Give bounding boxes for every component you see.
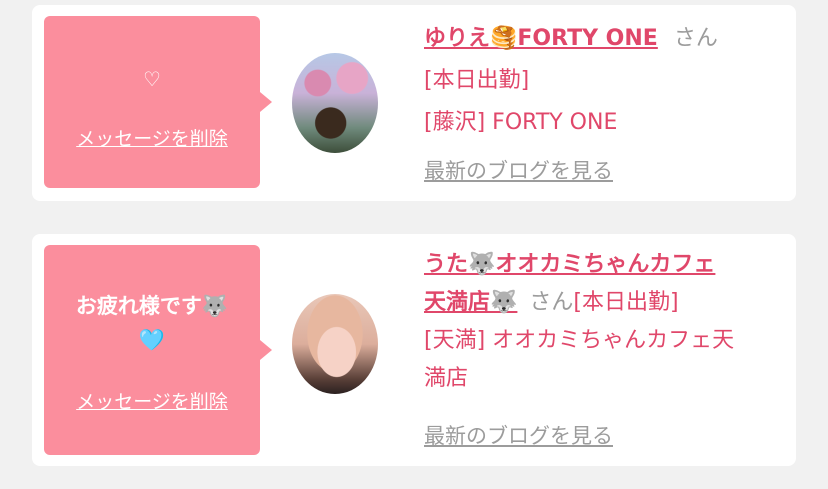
avatar[interactable] — [292, 294, 378, 394]
work-status: [本日出勤] — [424, 68, 530, 93]
shop-name: [藤沢] FORTY ONE — [424, 110, 618, 135]
cast-info: うた🐺オオカミちゃんカフェ 天満店🐺 さん[本日出勤] [天満] オオカミちゃんカ… — [424, 246, 794, 398]
message-card: ♡ メッセージを削除 ゆりえ🥞FORTY ONE さん [本日出勤] [藤沢] F… — [32, 5, 796, 201]
message-line: 🩵 — [138, 328, 166, 352]
avatar[interactable] — [292, 53, 378, 153]
message-text: お疲れ様です🐺 🩵 — [44, 289, 260, 357]
latest-blog-link[interactable]: 最新のブログを見る — [424, 420, 613, 450]
delete-message-link[interactable]: メッセージを削除 — [44, 124, 260, 151]
honorific: さん — [673, 26, 718, 51]
message-line: お疲れ様です🐺 — [75, 294, 229, 318]
message-card: お疲れ様です🐺 🩵 メッセージを削除 うた🐺オオカミちゃんカフェ 天満店🐺 さん[… — [32, 234, 796, 466]
cast-name-link-continued[interactable]: 天満店🐺 — [424, 290, 517, 315]
cast-name-link[interactable]: うた🐺オオカミちゃんカフェ — [424, 252, 715, 277]
message-bubble: お疲れ様です🐺 🩵 メッセージを削除 — [44, 245, 272, 455]
work-status: [本日出勤] — [573, 290, 679, 315]
message-bubble: ♡ メッセージを削除 — [44, 16, 272, 188]
cast-name-link[interactable]: ゆりえ🥞FORTY ONE — [424, 26, 658, 51]
latest-blog-link[interactable]: 最新のブログを見る — [424, 155, 613, 185]
shop-name-continued: 満店 — [424, 366, 469, 391]
delete-message-link[interactable]: メッセージを削除 — [44, 387, 260, 414]
shop-name: [天満] オオカミちゃんカフェ天 — [424, 328, 735, 353]
cast-info: ゆりえ🥞FORTY ONE さん [本日出勤] [藤沢] FORTY ONE — [424, 18, 794, 144]
honorific: さん — [529, 290, 574, 315]
message-text: ♡ — [143, 67, 161, 91]
